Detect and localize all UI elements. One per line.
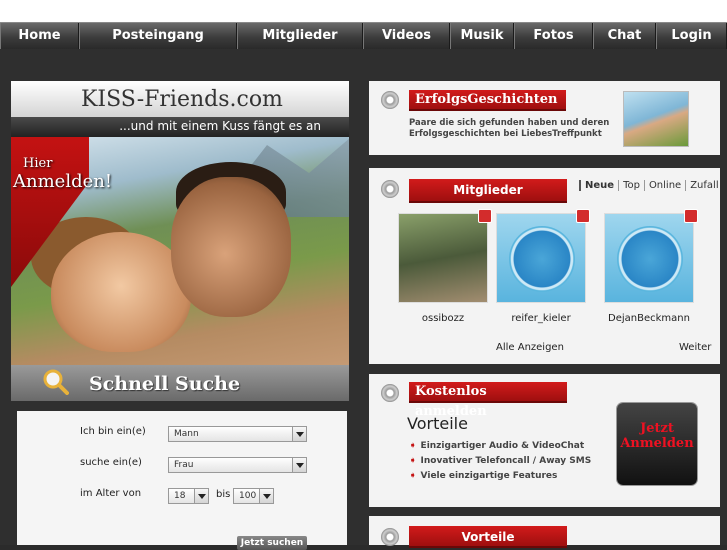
filter-zufall[interactable]: Zufall — [685, 180, 723, 191]
nav-home[interactable]: Home — [0, 23, 79, 49]
looking-for-select[interactable]: Frau — [168, 457, 307, 473]
quick-search-form: Ich bin ein(e) Mann suche ein(e) Frau im… — [17, 411, 347, 550]
next-link[interactable]: Weiter — [679, 342, 711, 353]
arrow-right-icon: ➧ — [409, 456, 417, 466]
success-stories-description: Paare die sich gefunden haben und deren … — [409, 118, 610, 139]
camera-icon — [576, 209, 590, 223]
couple-thumbnail[interactable] — [623, 91, 689, 147]
member-card[interactable]: reifer_kieler — [496, 209, 590, 324]
age-from-select[interactable]: 18 — [168, 488, 209, 504]
members-title: Mitglieder — [409, 179, 567, 203]
register-title[interactable]: Kostenlos anmelden — [409, 382, 567, 419]
member-card[interactable]: ossibozz — [398, 209, 492, 324]
success-stories-box: ErfolgsGeschichten Paare die sich gefund… — [369, 81, 720, 155]
age-to-select[interactable]: 100 — [233, 488, 274, 504]
nav-login[interactable]: Login — [656, 23, 727, 49]
i-am-label: Ich bin ein(e) — [80, 426, 146, 437]
filter-top[interactable]: Top — [618, 180, 644, 191]
advantages-heading: Vorteile — [407, 414, 468, 433]
register-now-button[interactable]: Jetzt Anmelden — [617, 403, 697, 485]
chevron-down-icon — [292, 458, 306, 472]
register-box: Kostenlos anmelden Vorteile ➧ Einzigartig… — [369, 374, 720, 507]
camera-icon — [478, 209, 492, 223]
bullet-icon — [381, 91, 399, 109]
feature-item: ➧ Viele einzigartige Features — [409, 471, 558, 481]
main-nav: Home Posteingang Mitglieder Videos Musik… — [0, 22, 727, 50]
member-card[interactable]: DejanBeckmann — [604, 209, 698, 324]
chevron-down-icon — [292, 427, 306, 441]
search-submit-button[interactable]: Jetzt suchen — [237, 536, 307, 550]
top-strip — [0, 0, 727, 22]
no-photo-placeholder[interactable] — [496, 213, 586, 303]
member-name[interactable]: DejanBeckmann — [584, 313, 714, 324]
success-stories-title[interactable]: ErfolgsGeschichten — [409, 90, 566, 111]
members-filters: Neue Top Online Zufall — [579, 180, 723, 191]
camera-icon — [684, 209, 698, 223]
filter-neue[interactable]: Neue — [579, 180, 619, 191]
nav-musik[interactable]: Musik — [450, 23, 514, 49]
bullet-icon — [381, 528, 399, 546]
feature-item: ➧ Einzigartiger Audio & VideoChat — [409, 441, 585, 451]
age-separator: bis — [216, 489, 231, 500]
hero-banner: KISS-Friends.com ...und mit einem Kuss f… — [11, 81, 349, 401]
nav-mitglieder[interactable]: Mitglieder — [237, 23, 363, 49]
nav-videos[interactable]: Videos — [363, 23, 450, 49]
nav-posteingang[interactable]: Posteingang — [79, 23, 237, 49]
quick-search-title: Schnell Suche — [89, 373, 241, 395]
looking-for-label: suche ein(e) — [80, 457, 142, 468]
advantages-box: Vorteile — [369, 516, 720, 548]
chevron-down-icon — [259, 489, 273, 503]
arrow-right-icon: ➧ — [409, 471, 417, 481]
nav-chat[interactable]: Chat — [593, 23, 656, 49]
slogan: ...und mit einem Kuss fängt es an — [119, 119, 321, 133]
member-photo[interactable] — [398, 213, 488, 303]
bullet-icon — [381, 384, 399, 402]
filter-online[interactable]: Online — [643, 180, 686, 191]
site-logo[interactable]: KISS-Friends.com — [81, 87, 283, 112]
feature-item: ➧ Inovativer Telefoncall / Away SMS — [409, 456, 592, 466]
magnifier-icon — [43, 369, 69, 395]
show-all-link[interactable]: Alle Anzeigen — [496, 342, 564, 353]
i-am-select[interactable]: Mann — [168, 426, 307, 442]
nav-fotos[interactable]: Fotos — [514, 23, 593, 49]
members-box: Mitglieder Neue Top Online Zufall ossibozz … — [369, 168, 723, 364]
chevron-down-icon — [194, 489, 208, 503]
arrow-right-icon: ➧ — [409, 441, 417, 451]
register-ribbon-label[interactable]: Hier Anmelden! — [13, 155, 112, 191]
bullet-icon — [381, 180, 399, 198]
no-photo-placeholder[interactable] — [604, 213, 694, 303]
age-label: im Alter von — [80, 488, 142, 499]
